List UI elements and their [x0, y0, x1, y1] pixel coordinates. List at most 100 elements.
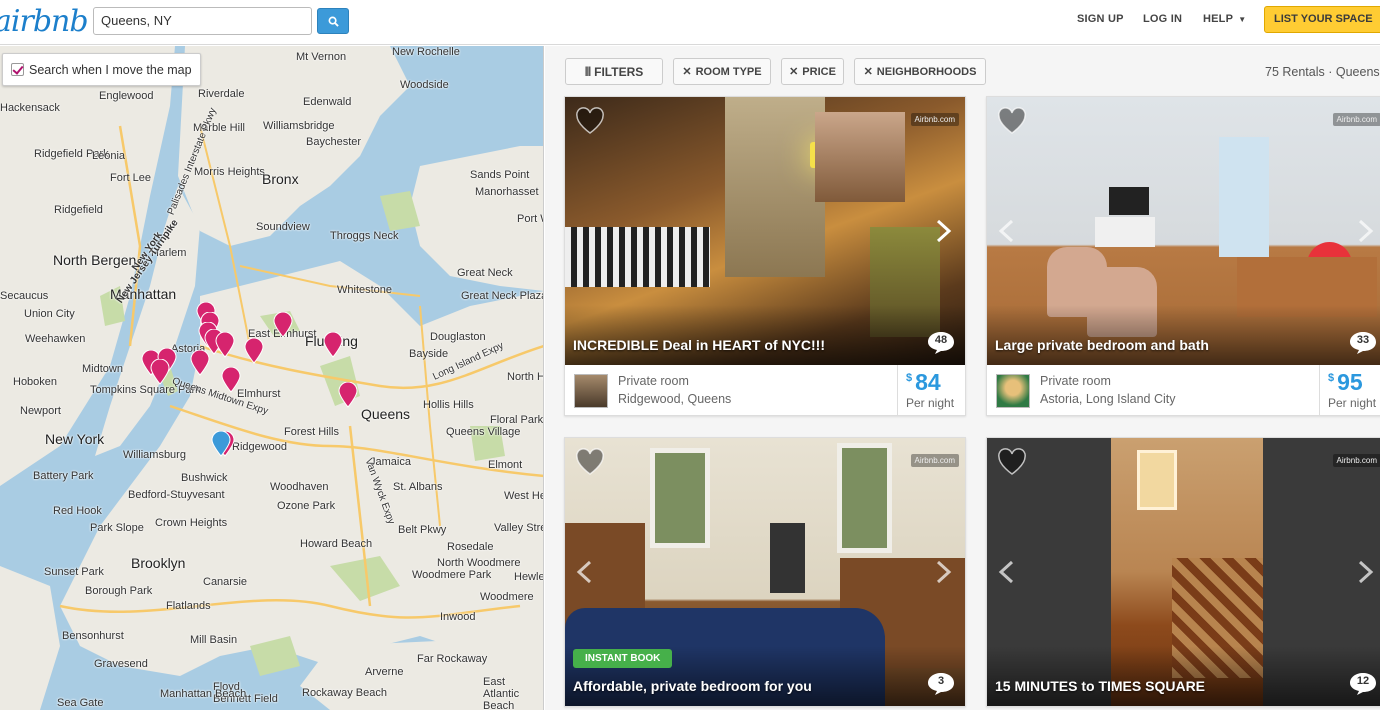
map-label: Battery Park [33, 470, 94, 482]
next-photo-arrow-icon[interactable] [933, 560, 953, 584]
search-map[interactable]: New Rochelle Mt Vernon Woodside Hackensa… [0, 46, 544, 710]
price-filter-chip[interactable]: ✕ PRICE [781, 58, 844, 85]
listing-card[interactable]: Airbnb.com 15 MINUTES to TIMES SQUARE 12 [986, 437, 1380, 707]
room-type-filter-label: ROOM TYPE [695, 65, 762, 78]
review-count-badge: 3 [927, 672, 955, 696]
host-avatar[interactable] [996, 374, 1030, 408]
listing-price: $84 [906, 369, 941, 396]
listing-title[interactable]: 15 MINUTES to TIMES SQUARE [995, 678, 1205, 694]
price-amount: 95 [1337, 369, 1363, 395]
search-icon [328, 16, 339, 27]
search-when-move-checkbox[interactable] [11, 63, 24, 76]
list-your-space-button[interactable]: LIST YOUR SPACE [1264, 6, 1380, 33]
airbnb-logo[interactable]: airbnb [0, 4, 89, 39]
listing-pin[interactable] [150, 359, 170, 385]
listing-card[interactable]: Airbnb.com INSTANT BOOK Affordable, priv… [564, 437, 966, 707]
log-in-link[interactable]: LOG IN [1143, 13, 1182, 25]
map-label: Woodmere [480, 591, 534, 603]
map-label: Borough Park [85, 585, 153, 597]
remove-filter-icon[interactable]: ✕ [864, 65, 873, 78]
map-label: Floral Park [490, 414, 544, 426]
window [837, 443, 892, 553]
map-label: East Atlantic Beach [483, 676, 520, 710]
map-label: Leonia [92, 150, 126, 162]
listing-pin[interactable] [338, 382, 358, 408]
map-label: Sea Gate [57, 697, 104, 709]
listing-pin[interactable] [221, 367, 241, 393]
map-label: Flatlands [166, 600, 211, 612]
search-when-move-label: Search when I move the map [29, 62, 192, 77]
remove-filter-icon[interactable]: ✕ [789, 65, 798, 78]
map-label: Rosedale [447, 541, 494, 553]
listing-photo[interactable]: Airbnb.com INSTANT BOOK Affordable, priv… [565, 438, 965, 706]
map-label: Crown Heights [155, 517, 228, 529]
listing-photo[interactable]: Airbnb.com 15 MINUTES to TIMES SQUARE 12 [987, 438, 1380, 706]
price-box: $84 Per night [897, 365, 965, 415]
map-label: Sands Point [470, 169, 530, 181]
listing-title[interactable]: Affordable, private bedroom for you [573, 678, 812, 694]
room-type-filter-chip[interactable]: ✕ ROOM TYPE [673, 58, 771, 85]
map-label: Howard Beach [300, 538, 373, 550]
price-amount: 84 [915, 369, 941, 395]
next-photo-arrow-icon[interactable] [1355, 560, 1375, 584]
selected-listing-pin[interactable] [211, 431, 231, 457]
prev-photo-arrow-icon[interactable] [997, 219, 1017, 243]
filters-button[interactable]: ||| FILTERS [565, 58, 663, 85]
listing-pin[interactable] [323, 332, 343, 358]
remove-filter-icon[interactable]: ✕ [682, 65, 691, 78]
photo-gradient [987, 305, 1380, 365]
prev-photo-arrow-icon[interactable] [575, 560, 595, 584]
map-label: Ridgewood [232, 441, 288, 453]
room-type: Private room [618, 374, 689, 388]
search-when-move-toggle[interactable]: Search when I move the map [2, 53, 201, 86]
location-search-input[interactable]: Queens, NY [93, 7, 312, 35]
photo-gradient [987, 646, 1380, 706]
listing-card[interactable]: Airbnb.com INCREDIBLE Deal in HEART of N… [564, 96, 966, 416]
wishlist-heart-icon[interactable] [997, 448, 1027, 476]
listing-pin[interactable] [215, 332, 235, 358]
map-label: Bushwick [181, 472, 228, 484]
listing-pin[interactable] [273, 312, 293, 338]
map-label: Manhattan Beach [160, 688, 247, 700]
listing-info: Private room Ridgewood, Queens $84 Per n… [565, 365, 965, 415]
review-count-badge: 12 [1349, 672, 1377, 696]
prev-photo-arrow-icon[interactable] [997, 560, 1017, 584]
wishlist-heart-icon[interactable] [997, 107, 1027, 135]
map-label: West Hempstead [504, 490, 543, 502]
map-label: Fort Lee [110, 172, 151, 184]
review-count-badge: 33 [1349, 331, 1377, 355]
review-count: 12 [1356, 675, 1370, 687]
listing-photo[interactable]: Airbnb.com INCREDIBLE Deal in HEART of N… [565, 97, 965, 365]
map-label: Ozone Park [277, 500, 336, 512]
map-label: Great Neck [457, 267, 513, 279]
wishlist-heart-icon[interactable] [575, 448, 605, 476]
next-photo-arrow-icon[interactable] [1355, 219, 1375, 243]
map-label: Bayside [409, 348, 449, 360]
map-label: Bronx [262, 171, 299, 187]
listing-card[interactable]: Airbnb.com Large private bedroom and bat… [986, 96, 1380, 416]
map-label: Elmont [488, 459, 523, 471]
wishlist-heart-icon[interactable] [575, 107, 605, 135]
map-label: Mill Basin [190, 634, 238, 646]
rentals-count: 75 Rentals · Queens [1265, 65, 1380, 79]
photo-gradient [565, 305, 965, 365]
help-menu[interactable]: HELP ▼ [1203, 13, 1246, 25]
listing-title[interactable]: Large private bedroom and bath [995, 337, 1209, 353]
search-button[interactable] [317, 8, 349, 34]
listing-info: Private room Astoria, Long Island City $… [987, 365, 1380, 415]
listing-pin[interactable] [244, 338, 264, 364]
host-avatar[interactable] [574, 374, 608, 408]
listing-pin[interactable] [190, 350, 210, 376]
listing-photo[interactable]: Airbnb.com Large private bedroom and bat… [987, 97, 1380, 365]
sign-up-link[interactable]: SIGN UP [1077, 13, 1124, 25]
map-label: Midtown [82, 363, 123, 375]
filters-label: FILTERS [594, 64, 644, 79]
map-label: North Bergen [53, 252, 137, 268]
neighborhoods-filter-chip[interactable]: ✕ NEIGHBORHOODS [854, 58, 986, 85]
listing-title[interactable]: INCREDIBLE Deal in HEART of NYC!!! [573, 337, 825, 353]
map-label: Hollis Hills [423, 399, 474, 411]
map-label: Throggs Neck [330, 230, 399, 242]
poster [815, 112, 905, 202]
next-photo-arrow-icon[interactable] [933, 219, 953, 243]
caret-down-icon: ▼ [1238, 15, 1247, 24]
